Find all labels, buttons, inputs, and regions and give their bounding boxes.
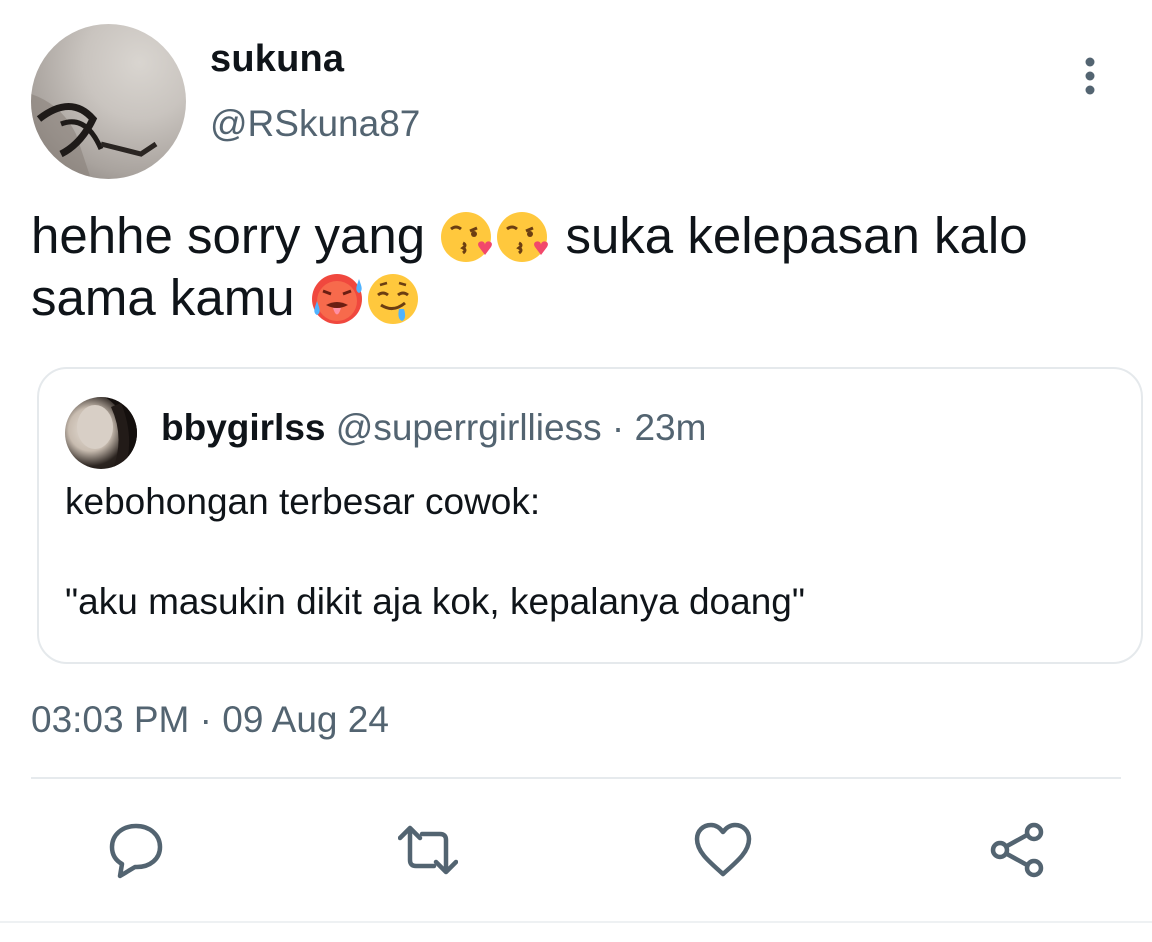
hot-face-icon xyxy=(311,274,362,324)
share-icon[interactable] xyxy=(988,820,1048,880)
face-blowing-a-kiss-icon xyxy=(497,212,549,262)
tweet-text-part-3: sama kamu xyxy=(31,269,295,326)
quoted-text-line-1: kebohongan terbesar cowok: xyxy=(65,481,541,522)
tweet-text-part-1: hehhe sorry yang xyxy=(31,207,426,264)
quoted-separator: · xyxy=(611,407,625,448)
face-blowing-a-kiss-icon xyxy=(441,212,493,262)
author-avatar[interactable] xyxy=(31,24,186,179)
tweet-text: hehhe sorry yang suka kelepasan kalo sam… xyxy=(31,205,1121,329)
tweet-text-part-2: suka kelepasan kalo xyxy=(565,207,1028,264)
author-handle[interactable]: @RSkuna87 xyxy=(210,103,420,145)
bottom-divider xyxy=(0,921,1152,923)
quoted-handle[interactable]: @superrgirlliess xyxy=(336,407,602,448)
more-options-icon[interactable] xyxy=(1076,56,1104,96)
quoted-time-ago[interactable]: 23m xyxy=(634,407,706,448)
speech-bubble-icon[interactable] xyxy=(106,820,166,880)
quoted-tweet-card[interactable]: bbygirlss @superrgirlliess · 23m kebohon… xyxy=(37,367,1143,664)
author-display-name[interactable]: sukuna xyxy=(210,38,344,81)
retweet-icon[interactable] xyxy=(398,820,458,880)
quoted-author-avatar[interactable] xyxy=(65,397,137,469)
drooling-face-icon xyxy=(367,274,418,324)
quoted-tweet-header: bbygirlss @superrgirlliess · 23m xyxy=(161,407,706,449)
tweet-timestamp[interactable]: 03:03 PM · 09 Aug 24 xyxy=(31,699,389,741)
quoted-text-line-2: "aku masukin dikit aja kok, kepalanya do… xyxy=(65,581,805,622)
quoted-display-name[interactable]: bbygirlss xyxy=(161,407,326,448)
heart-icon[interactable] xyxy=(693,820,753,880)
divider xyxy=(31,777,1121,779)
